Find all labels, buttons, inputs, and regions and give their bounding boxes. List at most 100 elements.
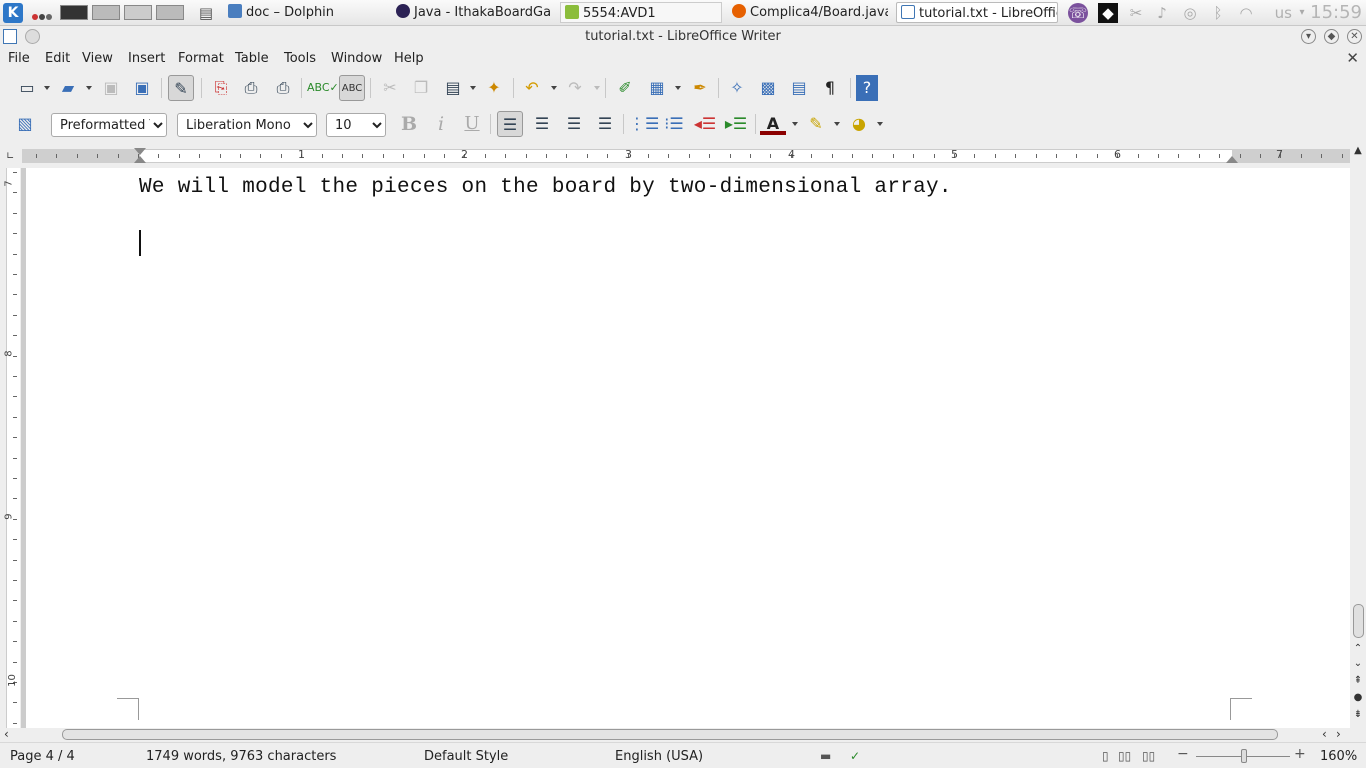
menu-file[interactable]: File — [8, 51, 30, 66]
multi-page-view-icon[interactable]: ▯▯ — [1118, 749, 1131, 763]
horizontal-scrollbar[interactable]: ‹ ‹ › — [0, 727, 1350, 742]
left-indent-marker[interactable] — [134, 156, 146, 163]
clipboard-icon[interactable]: ▤ — [196, 3, 216, 23]
maximize-icon[interactable]: ◆ — [1324, 29, 1339, 44]
kde-menu-icon[interactable]: K — [3, 3, 23, 23]
task-emulator[interactable]: 5554:AVD1 — [560, 2, 722, 23]
scroll-left-arrow-icon[interactable]: ‹ — [4, 727, 9, 741]
hyperlink-icon[interactable]: ✐ — [612, 75, 638, 101]
copy-icon[interactable]: ❐ — [408, 75, 434, 101]
styles-and-formatting-icon[interactable]: ▧ — [12, 111, 38, 137]
volume-icon[interactable]: ♪ — [1152, 3, 1172, 23]
next-page-icon[interactable]: ⇟ — [1352, 708, 1364, 722]
selection-mode-icon[interactable]: ▬ — [820, 749, 831, 763]
scroll-up-arrow-icon[interactable]: ⌃ — [1352, 642, 1364, 656]
right-indent-marker[interactable] — [1226, 156, 1238, 163]
zoom-level[interactable]: 160% — [1320, 749, 1357, 764]
menu-insert[interactable]: Insert — [128, 51, 165, 66]
undo-dropdown-icon[interactable] — [551, 86, 557, 90]
scroll-up-arrow-icon[interactable]: ▲ — [1352, 144, 1364, 158]
document-page[interactable]: We will model the pieces on the board by… — [26, 168, 1350, 728]
undo-icon[interactable]: ↶ — [519, 75, 545, 101]
scroll-right-arrow-icon[interactable]: › — [1336, 727, 1341, 741]
dropbox-icon[interactable]: ◆ — [1098, 3, 1118, 23]
font-color-icon[interactable]: A — [760, 111, 786, 135]
spellcheck-icon[interactable]: ABC✓ — [307, 75, 339, 101]
menu-view[interactable]: View — [82, 51, 113, 66]
language[interactable]: English (USA) — [615, 749, 703, 764]
virtual-desktop-3[interactable] — [124, 5, 152, 20]
highlighting-icon[interactable]: ✎ — [803, 111, 829, 137]
task-libreoffice[interactable]: tutorial.txt - LibreOffic — [896, 2, 1058, 23]
document-text-line[interactable]: We will model the pieces on the board by… — [139, 176, 952, 199]
table-icon[interactable]: ▦ — [644, 75, 670, 101]
virtual-desktop-2[interactable] — [92, 5, 120, 20]
wifi-icon[interactable]: ◠ — [1236, 3, 1256, 23]
activity-dots-icon[interactable] — [32, 9, 54, 20]
cut-icon[interactable]: ✂ — [377, 75, 403, 101]
decrease-indent-icon[interactable]: ◂☰ — [692, 111, 718, 137]
paragraph-style-select[interactable]: Preformatted Text — [51, 113, 167, 137]
redo-icon[interactable]: ↷ — [562, 75, 588, 101]
gallery-icon[interactable]: ▩ — [755, 75, 781, 101]
menu-edit[interactable]: Edit — [45, 51, 70, 66]
bluetooth-icon[interactable]: ᛒ — [1208, 3, 1228, 23]
tray-expand-icon[interactable]: ▾ — [1292, 3, 1312, 23]
save-as-icon[interactable]: ▣ — [129, 75, 155, 101]
print-preview-icon[interactable]: ⎙ — [270, 75, 296, 101]
zoom-in-icon[interactable]: + — [1294, 746, 1306, 762]
previous-page-icon[interactable]: ⇞ — [1352, 674, 1364, 688]
keyboard-layout[interactable]: us — [1275, 4, 1292, 22]
increase-indent-icon[interactable]: ▸☰ — [723, 111, 749, 137]
clock[interactable]: 15:59 — [1310, 2, 1362, 23]
virtual-desktop-4[interactable] — [156, 5, 184, 20]
bullets-icon[interactable]: ⁝☰ — [661, 111, 687, 137]
edit-mode-icon[interactable]: ✎ — [168, 75, 194, 101]
scroll-left-arrow-icon[interactable]: ‹ — [1322, 727, 1327, 741]
align-right-icon[interactable]: ☰ — [561, 111, 587, 137]
vertical-ruler[interactable]: 7 8 9 10 — [0, 168, 22, 728]
open-icon[interactable]: ▰ — [55, 75, 81, 101]
paste-icon[interactable]: ▤ — [440, 75, 466, 101]
background-color-icon[interactable]: ◕ — [846, 111, 872, 137]
font-size-select[interactable]: 10 — [326, 113, 386, 137]
open-dropdown-icon[interactable] — [86, 86, 92, 90]
scroll-down-arrow-icon[interactable]: ⌄ — [1352, 657, 1364, 671]
align-left-icon[interactable]: ☰ — [497, 111, 523, 137]
first-line-indent-marker[interactable] — [134, 148, 146, 155]
tab-type-icon[interactable]: ∟ — [6, 151, 14, 162]
font-color-dropdown-icon[interactable] — [792, 122, 798, 126]
redo-dropdown-icon[interactable] — [594, 86, 600, 90]
new-document-icon[interactable]: ▭ — [14, 75, 40, 101]
close-document-icon[interactable]: ✕ — [1346, 49, 1359, 67]
document-modified-icon[interactable]: ✓ — [850, 749, 860, 763]
zoom-out-icon[interactable]: − — [1177, 746, 1189, 762]
klipper-icon[interactable]: ✂ — [1126, 3, 1146, 23]
vertical-scroll-thumb[interactable] — [1353, 604, 1364, 638]
justify-icon[interactable]: ☰ — [592, 111, 618, 137]
minimize-icon[interactable]: ▾ — [1301, 29, 1316, 44]
highlighting-dropdown-icon[interactable] — [834, 122, 840, 126]
export-pdf-icon[interactable]: ⎘ — [208, 75, 234, 101]
menu-window[interactable]: Window — [331, 51, 382, 66]
new-dropdown-icon[interactable] — [44, 86, 50, 90]
zoom-slider-thumb[interactable] — [1241, 749, 1247, 763]
task-firefox[interactable]: Complica4/Board.java — [732, 2, 888, 23]
page-indicator[interactable]: Page 4 / 4 — [10, 749, 75, 764]
book-view-icon[interactable]: ▯▯ — [1142, 749, 1155, 763]
print-icon[interactable]: ⎙ — [238, 75, 264, 101]
menu-tools[interactable]: Tools — [284, 51, 316, 66]
paste-dropdown-icon[interactable] — [470, 86, 476, 90]
menu-help[interactable]: Help — [394, 51, 424, 66]
menu-table[interactable]: Table — [235, 51, 269, 66]
page-style[interactable]: Default Style — [424, 749, 508, 764]
formatting-marks-icon[interactable]: ¶ — [817, 75, 843, 101]
bold-icon[interactable]: B — [396, 111, 422, 137]
network-icon[interactable]: ◎ — [1180, 3, 1200, 23]
autospellcheck-icon[interactable]: ABC — [339, 75, 365, 101]
navigator-icon[interactable]: ✧ — [724, 75, 750, 101]
save-icon[interactable]: ▣ — [98, 75, 124, 101]
data-sources-icon[interactable]: ▤ — [786, 75, 812, 101]
clone-formatting-icon[interactable]: ✦ — [481, 75, 507, 101]
task-dolphin[interactable]: doc – Dolphin — [228, 2, 388, 23]
